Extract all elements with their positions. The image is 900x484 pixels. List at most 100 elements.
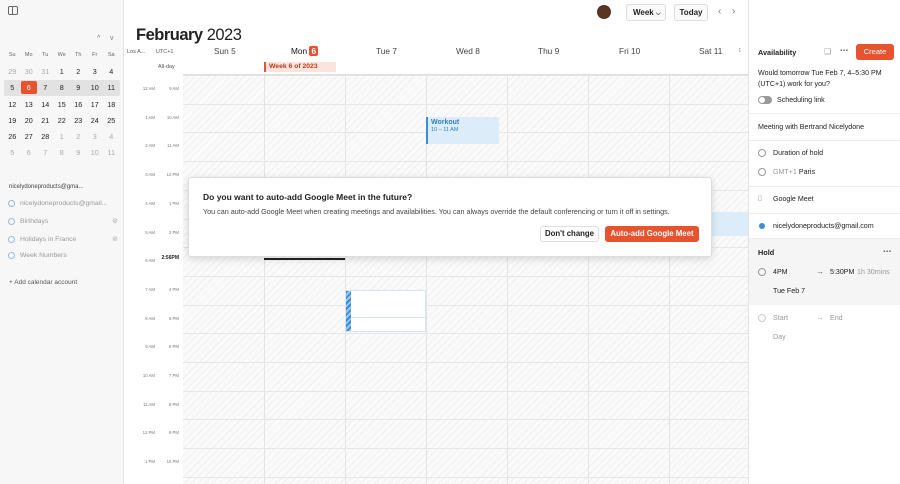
calendar-color-icon[interactable] — [8, 200, 15, 207]
sidebar-calendar-primary[interactable]: nicelydoneproducts@gmail... — [8, 200, 118, 207]
mini-cal-day[interactable]: 25 — [103, 114, 120, 127]
sidebar-toggle-icon[interactable] — [8, 6, 18, 15]
mini-cal-day[interactable]: 9 — [70, 81, 87, 94]
proposal-text[interactable]: Would tomorrow Tue Feb 7, 4–5:30 PM (UTC… — [758, 68, 893, 89]
day-header[interactable]: Fri 10 — [619, 46, 640, 56]
mini-cal-day[interactable]: 6 — [21, 146, 38, 159]
mini-cal-day[interactable]: 27 — [21, 130, 38, 143]
dialog-title: Do you want to auto-add Google Meet in t… — [203, 192, 413, 202]
copy-icon[interactable]: ❏ — [824, 47, 831, 56]
prev-week-icon[interactable]: ‹ — [718, 6, 721, 17]
mini-cal-day[interactable]: 5 — [4, 146, 21, 159]
hold-start[interactable]: 4PM — [773, 267, 788, 278]
more-icon[interactable]: ⋯ — [840, 46, 848, 55]
scheduling-link-toggle[interactable] — [758, 96, 772, 104]
mini-cal-next-icon[interactable]: v — [110, 35, 114, 42]
create-button[interactable]: Create — [856, 44, 894, 60]
mini-cal-day[interactable]: 15 — [54, 98, 71, 111]
today-button[interactable]: Today — [674, 4, 708, 21]
eye-hidden-icon[interactable]: ⊘ — [112, 235, 118, 243]
mini-cal-day[interactable]: 6 — [20, 81, 37, 95]
mini-cal-day[interactable]: 2 — [70, 65, 87, 78]
hour-label: 10 AM — [142, 373, 155, 378]
auto-add-meet-button[interactable]: Auto-add Google Meet — [605, 226, 699, 242]
mini-cal-day[interactable]: 22 — [54, 114, 71, 127]
mini-cal-day[interactable]: 1 — [54, 130, 71, 143]
mini-cal-day[interactable]: 8 — [54, 146, 71, 159]
more-icon[interactable]: ⋯ — [883, 247, 891, 256]
event-partially-hidden[interactable] — [712, 212, 748, 236]
mini-cal-day[interactable]: 10 — [87, 146, 104, 159]
mini-cal-day[interactable]: 28 — [37, 130, 54, 143]
day-header[interactable]: Wed 8 — [456, 46, 480, 56]
mini-cal-day[interactable]: 8 — [54, 81, 71, 94]
day-header[interactable]: Thu 9 — [538, 46, 559, 56]
mini-cal-day[interactable]: 29 — [4, 65, 21, 78]
mini-cal-day[interactable]: 17 — [87, 98, 104, 111]
start-field[interactable]: Start — [773, 313, 788, 324]
mini-cal-day[interactable]: 1 — [54, 65, 71, 78]
mini-cal-day[interactable]: 4 — [103, 65, 120, 78]
mini-cal-day[interactable]: 2 — [70, 130, 87, 143]
mini-cal-day[interactable]: 14 — [37, 98, 54, 111]
allday-event[interactable]: Week 6 of 2023 — [264, 62, 336, 72]
mini-cal-day[interactable]: 19 — [4, 114, 21, 127]
calendar-field[interactable]: nicelydoneproducts@gmail.com — [773, 221, 874, 232]
mini-cal-day[interactable]: 18 — [103, 98, 120, 111]
mini-cal-day[interactable]: 23 — [70, 114, 87, 127]
day-field[interactable]: Day — [773, 332, 786, 343]
next-week-icon[interactable]: › — [732, 6, 735, 17]
mini-cal-day[interactable]: 11 — [103, 146, 120, 159]
day-header[interactable]: Mon 6 — [291, 46, 319, 56]
mini-cal-day[interactable]: 31 — [37, 65, 54, 78]
add-calendar-account-button[interactable]: + Add calendar account — [9, 279, 77, 286]
day-header[interactable]: Sun 5 — [214, 46, 236, 56]
conferencing-field[interactable]: Google Meet — [773, 194, 814, 205]
event-hold-draft[interactable] — [345, 290, 426, 332]
sidebar-calendar-week-numbers[interactable]: Week Numbers — [8, 252, 118, 259]
mini-cal-day[interactable]: 24 — [87, 114, 104, 127]
calendar-color-icon[interactable] — [8, 235, 15, 243]
mini-cal-day[interactable]: 21 — [37, 114, 54, 127]
avatar[interactable] — [597, 5, 611, 19]
timezone-header[interactable]: Los A... UTC+1 — [127, 49, 173, 55]
mini-cal-day[interactable]: 30 — [21, 65, 38, 78]
mini-cal-day[interactable]: 20 — [21, 114, 38, 127]
day-header[interactable]: Sat 11 — [699, 46, 722, 56]
mini-cal-day[interactable]: 16 — [70, 98, 87, 111]
calendar-color-icon[interactable] — [8, 217, 15, 225]
mini-cal-day[interactable]: 5 — [4, 81, 21, 94]
expand-icon[interactable]: ↕ — [738, 47, 742, 54]
mini-cal-day[interactable]: 10 — [87, 81, 104, 94]
hold-date[interactable]: Tue Feb 7 — [773, 286, 805, 297]
meeting-title[interactable]: Meeting with Bertrand Nicelydone — [758, 122, 864, 133]
mini-cal-day[interactable]: 3 — [87, 130, 104, 143]
mini-cal-day[interactable]: 7 — [37, 146, 54, 159]
hour-label: 11 AM — [143, 401, 155, 407]
day-header[interactable]: Tue 7 — [376, 46, 397, 56]
sidebar-calendar-holidays[interactable]: Holidays in France ⊘ — [8, 235, 118, 243]
allday-label: All-day — [158, 64, 175, 70]
dont-change-button[interactable]: Don't change — [540, 226, 599, 242]
timezone-field[interactable]: GMT+1 Paris — [773, 167, 815, 178]
sidebar-account[interactable]: nicelydoneproducts@gma... — [9, 184, 83, 190]
mini-cal-weekday: Mo — [24, 51, 33, 58]
mini-cal-day[interactable]: 7 — [37, 81, 54, 94]
mini-cal-prev-icon[interactable]: ^ — [97, 35, 100, 42]
event-hold-divider — [351, 317, 426, 318]
end-field[interactable]: End — [830, 313, 843, 324]
view-switch-button[interactable]: Week ⌵ — [626, 4, 666, 21]
mini-cal-day[interactable]: 12 — [4, 98, 21, 111]
mini-cal-day[interactable]: 13 — [21, 98, 38, 111]
eye-hidden-icon[interactable]: ⊘ — [112, 217, 118, 225]
mini-cal-day[interactable]: 3 — [87, 65, 104, 78]
mini-cal-day[interactable]: 11 — [103, 81, 120, 94]
sidebar-calendar-birthdays[interactable]: Birthdays ⊘ — [8, 217, 118, 225]
mini-cal-day[interactable]: 26 — [4, 130, 21, 143]
mini-cal-day[interactable]: 4 — [103, 130, 120, 143]
calendar-color-icon[interactable] — [8, 252, 15, 259]
duration-label[interactable]: Duration of hold — [773, 148, 823, 159]
hold-end[interactable]: 5:30PM — [830, 267, 854, 278]
event-workout[interactable]: Workout 10 – 11 AM — [426, 117, 499, 144]
mini-cal-day[interactable]: 9 — [70, 146, 87, 159]
